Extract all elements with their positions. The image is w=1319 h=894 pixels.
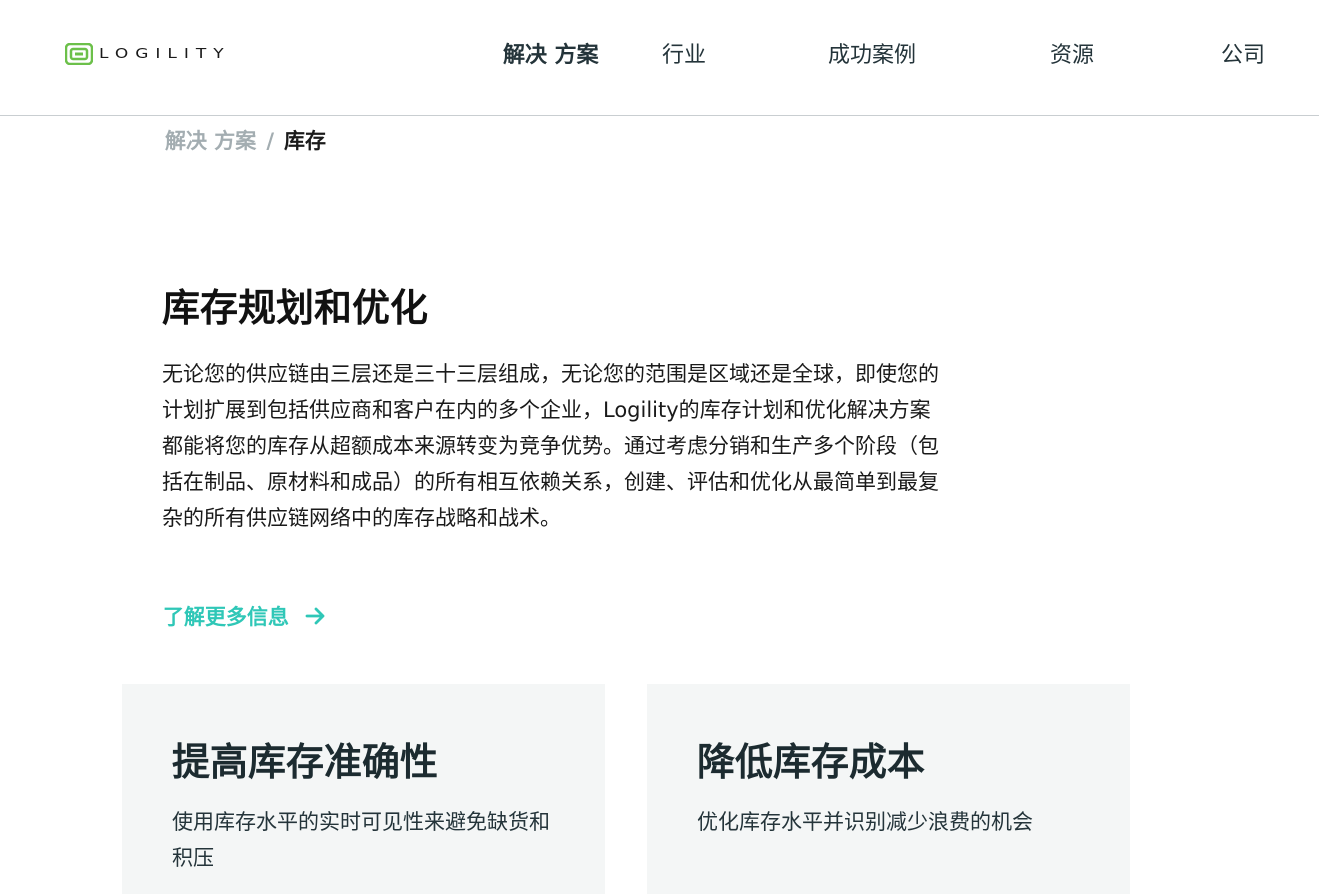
site-header: LOGILITY 解决 方案 行业 成功案例 资源 公司 xyxy=(0,0,1319,116)
nav-item-industries[interactable]: 行业 xyxy=(662,40,706,72)
nav-item-resources[interactable]: 资源 xyxy=(1050,40,1094,72)
card-title: 降低库存成本 xyxy=(697,740,926,784)
learn-more-link[interactable]: 了解更多信息 xyxy=(163,600,327,632)
page-title: 库存规划和优化 xyxy=(162,286,429,330)
learn-more-label: 了解更多信息 xyxy=(163,605,289,629)
main-nav: 解决 方案 行业 成功案例 资源 公司 xyxy=(0,40,1319,74)
benefit-card-accuracy: 提高库存准确性 使用库存水平的实时可见性来避免缺货和积压 xyxy=(122,684,605,894)
benefit-card-cost: 降低库存成本 优化库存水平并识别减少浪费的机会 xyxy=(647,684,1130,894)
card-text: 优化库存水平并识别减少浪费的机会 xyxy=(697,810,1033,834)
nav-item-success-stories[interactable]: 成功案例 xyxy=(828,40,916,72)
card-title: 提高库存准确性 xyxy=(172,740,439,784)
arrow-right-icon xyxy=(305,606,327,626)
breadcrumb: 解决 方案 / 库存 xyxy=(165,126,326,156)
card-text: 使用库存水平的实时可见性来避免缺货和积压 xyxy=(172,810,550,870)
nav-item-company[interactable]: 公司 xyxy=(1221,40,1265,72)
intro-paragraph: 无论您的供应链由三层还是三十三层组成，无论您的范围是区域还是全球，即使您的计划扩… xyxy=(162,362,939,530)
nav-item-solutions[interactable]: 解决 方案 xyxy=(503,40,599,72)
breadcrumb-parent-link[interactable]: 解决 方案 xyxy=(165,129,256,153)
breadcrumb-current: 库存 xyxy=(283,129,326,153)
breadcrumb-separator: / xyxy=(266,129,274,153)
